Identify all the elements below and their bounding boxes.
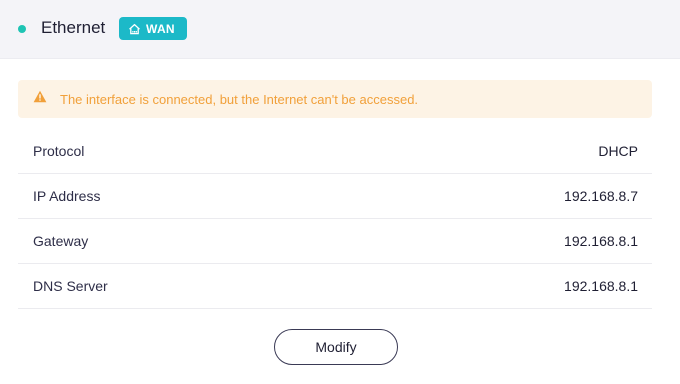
info-row-ip-address: IP Address 192.168.8.7	[18, 174, 652, 219]
info-value: 192.168.8.1	[564, 233, 638, 249]
info-label: IP Address	[33, 188, 101, 204]
info-label: Protocol	[33, 143, 85, 159]
modify-button[interactable]: Modify	[274, 329, 398, 365]
interface-title: Ethernet	[41, 18, 106, 37]
warning-icon	[33, 90, 47, 108]
router-icon	[128, 23, 141, 35]
info-value: DHCP	[598, 143, 638, 159]
status-dot	[18, 25, 26, 33]
info-label: Gateway	[33, 233, 89, 249]
info-label: DNS Server	[33, 278, 108, 294]
info-row-protocol: Protocol DHCP	[18, 129, 652, 174]
wan-badge-label: WAN	[146, 21, 175, 36]
info-row-gateway: Gateway 192.168.8.1	[18, 219, 652, 264]
connection-warning: The interface is connected, but the Inte…	[18, 80, 652, 118]
info-value: 192.168.8.1	[564, 278, 638, 294]
wan-badge: WAN	[119, 17, 187, 40]
warning-message: The interface is connected, but the Inte…	[60, 91, 419, 107]
info-row-dns-server: DNS Server 192.168.8.1	[18, 264, 652, 309]
interface-header: Ethernet WAN	[0, 0, 680, 59]
info-value: 192.168.8.7	[564, 188, 638, 204]
interface-info-table: Protocol DHCP IP Address 192.168.8.7 Gat…	[18, 129, 652, 309]
